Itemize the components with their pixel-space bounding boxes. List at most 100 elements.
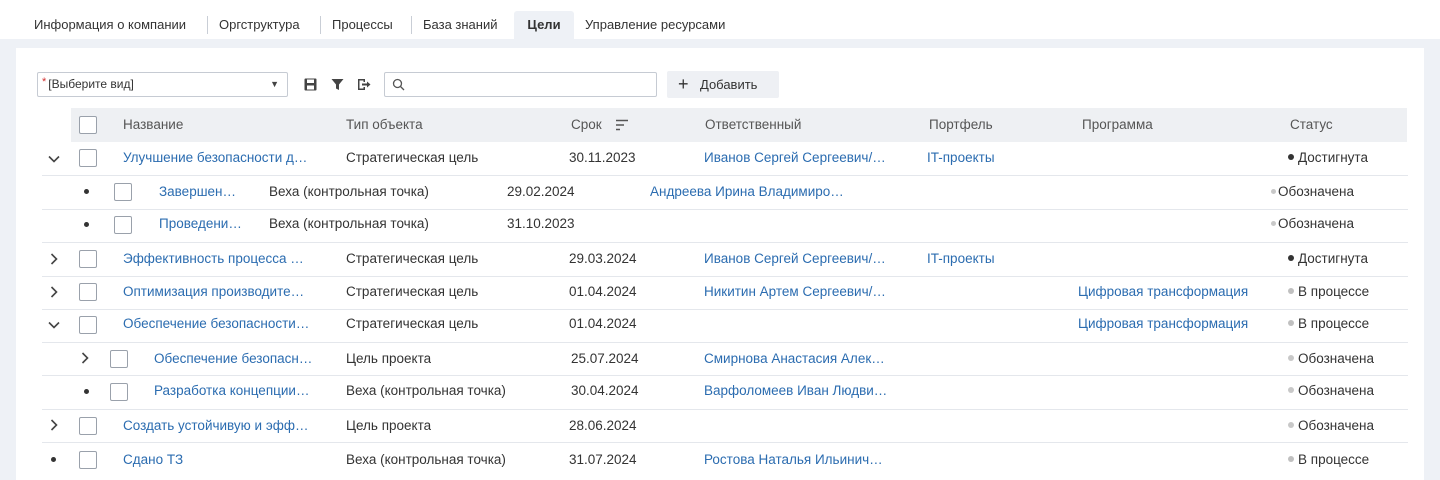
goal-name-link[interactable]: Эффективность процесса … [123, 251, 304, 266]
program-link[interactable]: Цифровая трансформация [1078, 316, 1248, 331]
status-dot [1271, 220, 1276, 226]
deadline: 31.07.2024 [569, 452, 637, 467]
save-icon[interactable] [302, 76, 318, 92]
search-input[interactable] [384, 72, 657, 97]
row-checkbox[interactable] [110, 350, 128, 368]
column-header-portfolio[interactable]: Портфель [929, 117, 993, 132]
status-badge: Обозначена [1288, 418, 1374, 433]
search-icon [392, 78, 405, 91]
status-dot [1288, 320, 1294, 327]
deadline: 01.04.2024 [569, 284, 637, 299]
status-dot [1288, 154, 1294, 161]
status-dot [1288, 355, 1294, 362]
responsible-link[interactable]: Ростова Наталья Ильинич… [704, 452, 883, 467]
status-dot [1288, 387, 1294, 394]
status-badge: В процессе [1288, 284, 1369, 299]
status-badge: В процессе [1288, 452, 1369, 467]
plus-icon: + [678, 74, 689, 94]
goal-name-link[interactable]: Оптимизация производите… [123, 284, 304, 299]
tab-company-info[interactable]: Информация о компании [34, 11, 186, 39]
tab-separator [320, 16, 321, 34]
column-header-responsible[interactable]: Ответственный [705, 117, 801, 132]
deadline: 30.04.2024 [571, 383, 639, 398]
tab-processes[interactable]: Процессы [332, 11, 393, 39]
deadline: 25.07.2024 [571, 351, 639, 366]
table-row[interactable] [42, 209, 1408, 243]
status-badge: Достигнута [1288, 251, 1368, 266]
goal-name-link[interactable]: Завершен… [159, 184, 236, 199]
object-type: Стратегическая цель [346, 251, 479, 266]
chevron-down-icon[interactable] [47, 152, 61, 166]
portfolio-link[interactable]: IT-проекты [927, 251, 995, 266]
goal-name-link[interactable]: Улучшение безопасности д… [123, 150, 307, 165]
responsible-link[interactable]: Иванов Сергей Сергеевич/… [704, 150, 886, 165]
deadline: 29.02.2024 [507, 184, 575, 199]
chevron-right-icon[interactable] [47, 285, 61, 299]
chevron-right-icon[interactable] [47, 418, 61, 432]
add-button[interactable]: + Добавить [667, 71, 779, 98]
row-checkbox[interactable] [110, 383, 128, 401]
bullet-icon [84, 189, 89, 194]
status-badge: Достигнута [1288, 150, 1368, 165]
filter-icon[interactable] [329, 76, 345, 92]
tab-knowledge-base[interactable]: База знаний [423, 11, 498, 39]
goal-name-link[interactable]: Сдано ТЗ [123, 452, 183, 467]
column-header-deadline[interactable]: Срок [571, 117, 602, 132]
tab-goals[interactable]: Цели [514, 11, 574, 39]
chevron-down-icon[interactable] [47, 318, 61, 332]
chevron-right-icon[interactable] [78, 351, 92, 365]
tab-org-structure[interactable]: Оргструктура [219, 11, 300, 39]
row-checkbox[interactable] [114, 216, 132, 234]
add-button-label: Добавить [700, 77, 758, 92]
row-checkbox[interactable] [79, 451, 97, 469]
goal-name-link[interactable]: Обеспечение безопасн… [154, 351, 312, 366]
column-header-name[interactable]: Название [123, 117, 183, 132]
bullet-icon [84, 222, 89, 227]
object-type: Цель проекта [346, 351, 432, 366]
object-type: Веха (контрольная точка) [346, 452, 506, 467]
object-type: Стратегическая цель [346, 150, 479, 165]
view-select[interactable]: * [Выберите вид] ▼ [37, 72, 288, 97]
responsible-link[interactable]: Никитин Артем Сергеевич/… [704, 284, 886, 299]
column-header-program[interactable]: Программа [1082, 117, 1153, 132]
sort-icon[interactable] [615, 119, 629, 131]
column-header-type[interactable]: Тип объекта [346, 117, 423, 132]
portfolio-link[interactable]: IT-проекты [927, 150, 995, 165]
tab-separator [411, 16, 412, 34]
goal-name-link[interactable]: Разработка концепции… [154, 383, 309, 398]
program-link[interactable]: Цифровая трансформация [1078, 284, 1248, 299]
goal-name-link[interactable]: Проведени… [159, 216, 242, 231]
row-checkbox[interactable] [79, 149, 97, 167]
required-mark: * [42, 76, 47, 88]
responsible-link[interactable]: Смирнова Анастасия Алек… [704, 351, 885, 366]
status-dot [1288, 288, 1294, 295]
responsible-link[interactable]: Андреева Ирина Владимиро… [650, 184, 844, 199]
status-badge: Обозначена [1271, 216, 1354, 231]
deadline: 29.03.2024 [569, 251, 637, 266]
row-checkbox[interactable] [114, 183, 132, 201]
bullet-icon [84, 389, 89, 394]
column-header-status[interactable]: Статус [1290, 117, 1333, 132]
chevron-down-icon: ▼ [270, 79, 279, 89]
select-all-checkbox[interactable] [79, 116, 97, 134]
goal-name-link[interactable]: Обеспечение безопасности… [123, 316, 309, 331]
responsible-link[interactable]: Варфоломеев Иван Людви… [704, 383, 887, 398]
row-checkbox[interactable] [79, 417, 97, 435]
row-checkbox[interactable] [79, 316, 97, 334]
tab-resource-management[interactable]: Управление ресурсами [585, 11, 725, 39]
row-checkbox[interactable] [79, 283, 97, 301]
status-badge: Обозначена [1288, 351, 1374, 366]
object-type: Веха (контрольная точка) [346, 383, 506, 398]
tab-bar-divider [0, 39, 1440, 48]
status-dot [1271, 188, 1276, 194]
object-type: Веха (контрольная точка) [269, 184, 429, 199]
export-icon[interactable] [356, 76, 372, 92]
deadline: 28.06.2024 [569, 418, 637, 433]
status-dot [1288, 255, 1294, 262]
responsible-link[interactable]: Иванов Сергей Сергеевич/… [704, 251, 886, 266]
status-badge: В процессе [1288, 316, 1369, 331]
row-checkbox[interactable] [79, 250, 97, 268]
view-select-value: [Выберите вид] [48, 77, 134, 91]
chevron-right-icon[interactable] [47, 252, 61, 266]
goal-name-link[interactable]: Создать устойчивую и эфф… [123, 418, 308, 433]
